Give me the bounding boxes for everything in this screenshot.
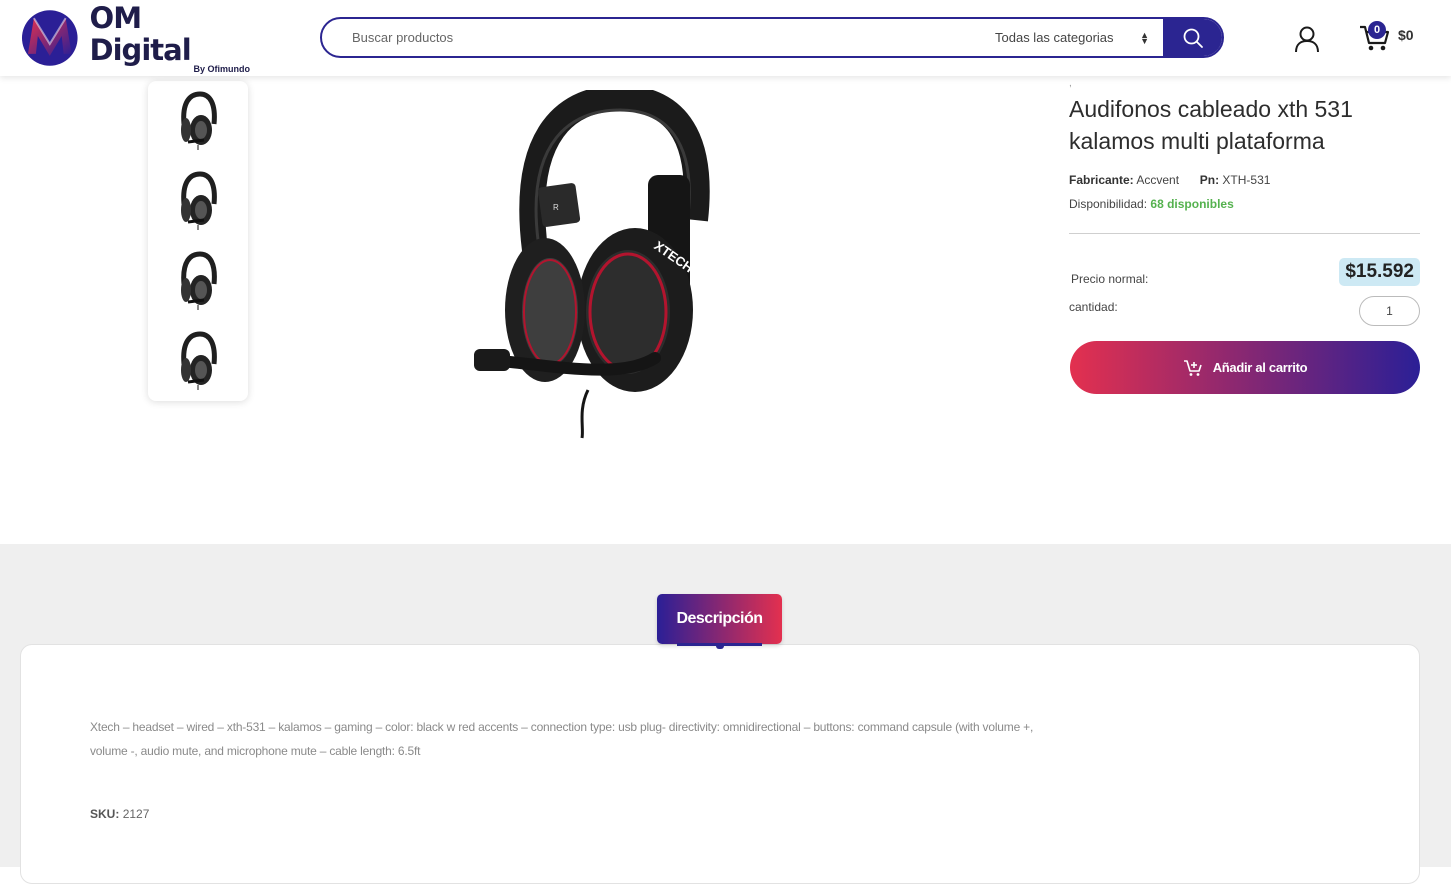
search-icon: [1183, 28, 1203, 48]
search-input[interactable]: [322, 19, 983, 56]
logo-subtitle: By Ofimundo: [193, 64, 251, 74]
category-select-value: Todas las categorias: [995, 30, 1114, 45]
quantity-label: cantidad:: [1069, 300, 1118, 314]
cart-total[interactable]: $0: [1398, 27, 1414, 43]
sku-line: SKU: 2127: [90, 807, 149, 821]
add-to-cart-icon: [1183, 359, 1202, 376]
product-title: Audifonos cableado xth 531 kalamos multi…: [1069, 96, 1353, 154]
description-card: [20, 644, 1420, 884]
category-select[interactable]: Todas las categorias ▲ ▼: [983, 19, 1163, 56]
select-arrows-icon: ▲ ▼: [1140, 29, 1149, 46]
manufacturer-label: Fabricante:: [1069, 173, 1134, 187]
user-account-icon[interactable]: [1293, 25, 1321, 53]
sku-label: SKU:: [90, 807, 120, 821]
site-header: OM Digital By Ofimundo Todas las categor…: [0, 0, 1451, 76]
availability-label: Disponibilidad:: [1069, 197, 1148, 211]
ear-mark-label: R: [553, 203, 559, 212]
headset-thumbnail-image: [181, 251, 217, 310]
thumbnail-gallery: [148, 81, 248, 401]
thumbnail-4[interactable]: [168, 326, 228, 396]
price-label: Precio normal:: [1071, 272, 1149, 286]
product-main-image[interactable]: R XTECH: [460, 90, 720, 440]
product-meta: Fabricante: Accvent Pn: XTH-531: [1069, 173, 1270, 187]
thumbnail-1[interactable]: [168, 86, 228, 156]
thumbnail-3[interactable]: [168, 246, 228, 316]
logo-title: OM Digital: [89, 1, 192, 67]
add-to-cart-label: Añadir al carrito: [1212, 360, 1308, 375]
quantity-input[interactable]: 1: [1359, 296, 1420, 326]
logo-mark-icon: [21, 10, 78, 66]
headset-thumbnail-image: [181, 171, 217, 230]
price-value: $15.592: [1339, 258, 1420, 286]
search-bar: Todas las categorias ▲▼: [320, 17, 1224, 58]
description-text: Xtech – headset – wired – xth-531 – kala…: [90, 720, 1034, 758]
availability-value: 68 disponibles: [1150, 197, 1234, 211]
add-to-cart-button[interactable]: Añadir al carrito: [1070, 341, 1420, 394]
breadcrumb[interactable]: ,: [1069, 78, 1072, 89]
availability-line: Disponibilidad: 68 disponibles: [1069, 197, 1234, 211]
headset-thumbnail-image: [181, 331, 217, 390]
cart-count-badge: 0: [1368, 21, 1386, 39]
manufacturer-value: Accvent: [1136, 173, 1180, 187]
logo[interactable]: OM Digital By Ofimundo: [20, 2, 250, 74]
thumbnail-2[interactable]: [168, 166, 228, 236]
tab-indicator-dot: [716, 643, 724, 649]
tab-description[interactable]: Descripción: [657, 594, 782, 644]
divider: [1069, 233, 1420, 234]
headset-thumbnail-image: [181, 91, 217, 150]
sku-value: 2127: [122, 807, 150, 821]
pn-label: Pn:: [1199, 173, 1220, 187]
pn-value: XTH-531: [1222, 173, 1271, 187]
search-button[interactable]: [1163, 19, 1222, 56]
